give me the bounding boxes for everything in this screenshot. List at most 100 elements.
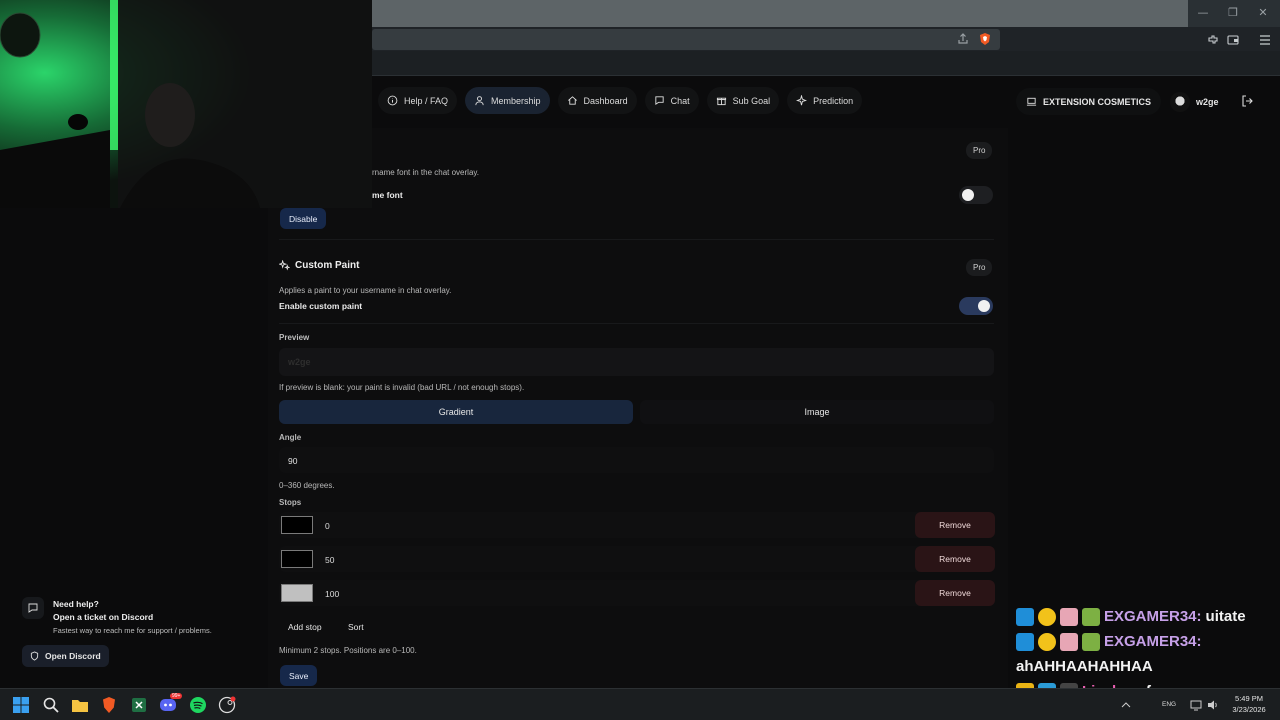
top-nav: Help / FAQ Membership Dashboard Chat Sub…	[378, 87, 863, 114]
chat-text: ahAHHAAHAHHAA	[1016, 658, 1153, 675]
gift-badge-icon	[1060, 607, 1078, 626]
remove-stop-button[interactable]: Remove	[915, 546, 995, 572]
chat-message-continued: ahAHHAAHAHHAA	[1016, 654, 1280, 679]
hammer-badge-icon	[1016, 632, 1034, 651]
custom-paint-toggle[interactable]	[959, 297, 993, 315]
stop-position[interactable]: 50	[325, 555, 334, 565]
help-subtitle: Open a ticket on Discord	[53, 612, 154, 622]
nav-chat-label: Chat	[670, 95, 690, 106]
nav-sub-goal[interactable]: Sub Goal	[706, 87, 780, 114]
nav-dashboard-label: Dashboard	[583, 95, 628, 106]
nav-membership[interactable]: Membership	[465, 87, 550, 114]
home-icon	[567, 96, 577, 105]
hammer-badge-icon	[1016, 607, 1034, 626]
address-bar[interactable]	[372, 29, 1000, 50]
preview-box: w2ge	[279, 348, 994, 376]
preview-text: w2ge	[288, 357, 311, 367]
chat-icon	[654, 96, 664, 106]
remove-stop-button[interactable]: Remove	[915, 512, 995, 538]
info-icon	[387, 95, 398, 106]
close-icon[interactable]: ✕	[1248, 6, 1278, 19]
stops-hint: Minimum 2 stops. Positions are 0–100.	[279, 646, 417, 655]
open-discord-label: Open Discord	[45, 651, 101, 661]
gift-badge-icon	[1060, 632, 1078, 651]
volume-icon[interactable]	[1207, 699, 1219, 711]
emote-badge-icon	[1082, 607, 1100, 626]
nav-dashboard[interactable]: Dashboard	[557, 87, 637, 114]
toggle-knob	[978, 300, 990, 312]
restore-icon[interactable]: ❐	[1218, 6, 1248, 19]
username-label: w2ge	[1196, 96, 1219, 107]
paint-pro-badge: Pro	[966, 259, 993, 276]
emote-badge-icon	[1082, 632, 1100, 651]
network-icon[interactable]	[1190, 699, 1202, 711]
stop-position[interactable]: 0	[325, 521, 330, 531]
nav-help-faq[interactable]: Help / FAQ	[378, 87, 458, 114]
font-description: rname font in the chat overlay.	[372, 168, 480, 177]
remove-stop-button[interactable]: Remove	[915, 580, 995, 606]
search-icon[interactable]	[42, 696, 60, 714]
nav-chat[interactable]: Chat	[644, 87, 699, 114]
share-icon[interactable]	[956, 32, 970, 46]
chat-username: EXGAMER34:	[1104, 608, 1202, 625]
chat-text: uitate	[1205, 608, 1246, 625]
stop-color-swatch[interactable]	[281, 584, 313, 602]
nav-membership-label: Membership	[491, 95, 541, 106]
screen: — ❐ ✕ Help / FAQ Membership Dashboard Ch…	[0, 0, 1280, 720]
user-menu[interactable]: w2ge	[1162, 88, 1227, 115]
angle-input[interactable]: 90	[279, 447, 994, 473]
angle-value: 90	[288, 456, 298, 466]
clock-date: 3/23/2026	[1232, 705, 1266, 714]
system-clock[interactable]: 5:49 PM 3/23/2026	[1222, 693, 1276, 715]
wallet-icon[interactable]	[1226, 33, 1240, 47]
chat-message: EXGAMER34:	[1016, 629, 1280, 654]
disable-button[interactable]: Disable	[280, 208, 327, 229]
gift-icon	[716, 97, 726, 106]
steam-icon[interactable]	[218, 696, 236, 714]
toggle-knob	[962, 189, 974, 201]
coin-badge-icon	[1038, 632, 1056, 651]
angle-hint: 0–360 degrees.	[279, 481, 335, 490]
minimize-icon[interactable]: —	[1188, 6, 1218, 19]
nav-prediction-label: Prediction	[813, 95, 854, 106]
logout-icon[interactable]	[1240, 94, 1254, 108]
stop-color-swatch[interactable]	[281, 550, 313, 568]
brave-browser-icon[interactable]	[100, 696, 118, 714]
preview-label: Preview	[279, 333, 310, 342]
gradient-tab[interactable]: Gradient	[279, 400, 633, 424]
excel-icon[interactable]	[130, 696, 148, 714]
stop-row: 100 Remove	[279, 580, 995, 606]
sort-button[interactable]: Sort	[348, 622, 364, 632]
laptop-icon	[1026, 97, 1037, 106]
section-divider	[279, 239, 994, 240]
stop-row: 0 Remove	[279, 512, 995, 538]
nav-help-faq-label: Help / FAQ	[404, 95, 449, 106]
stop-color-swatch[interactable]	[281, 516, 313, 534]
message-icon	[28, 603, 38, 613]
paint-toggle-label: Enable custom paint	[279, 301, 363, 311]
image-tab[interactable]: Image	[640, 400, 994, 424]
stop-position[interactable]: 100	[325, 589, 339, 599]
font-toggle[interactable]	[959, 186, 993, 204]
help-icon-box	[22, 597, 44, 619]
open-discord-button[interactable]: Open Discord	[22, 645, 109, 667]
nav-prediction[interactable]: Prediction	[787, 87, 863, 114]
spotify-icon[interactable]	[189, 696, 207, 714]
coin-badge-icon	[1038, 607, 1056, 626]
font-pro-badge: Pro	[966, 142, 993, 159]
extensions-icon[interactable]	[1206, 33, 1220, 47]
menu-icon[interactable]	[1258, 33, 1272, 47]
file-explorer-icon[interactable]	[71, 696, 89, 714]
brave-shield-icon[interactable]	[978, 32, 992, 46]
extension-cosmetics-label: EXTENSION COSMETICS	[1043, 96, 1152, 107]
clock-time: 5:49 PM	[1235, 694, 1263, 703]
tab-strip[interactable]	[372, 0, 1188, 27]
chevron-up-icon[interactable]	[1120, 699, 1132, 711]
preview-hint: If preview is blank: your paint is inval…	[279, 383, 525, 392]
language-indicator[interactable]: ENG	[1162, 701, 1176, 708]
extension-cosmetics-button[interactable]: EXTENSION COSMETICS	[1016, 88, 1162, 115]
help-title: Need help?	[53, 599, 99, 609]
add-stop-button[interactable]: Add stop	[288, 622, 322, 632]
windows-start-icon[interactable]	[12, 696, 30, 714]
save-button[interactable]: Save	[280, 665, 318, 686]
